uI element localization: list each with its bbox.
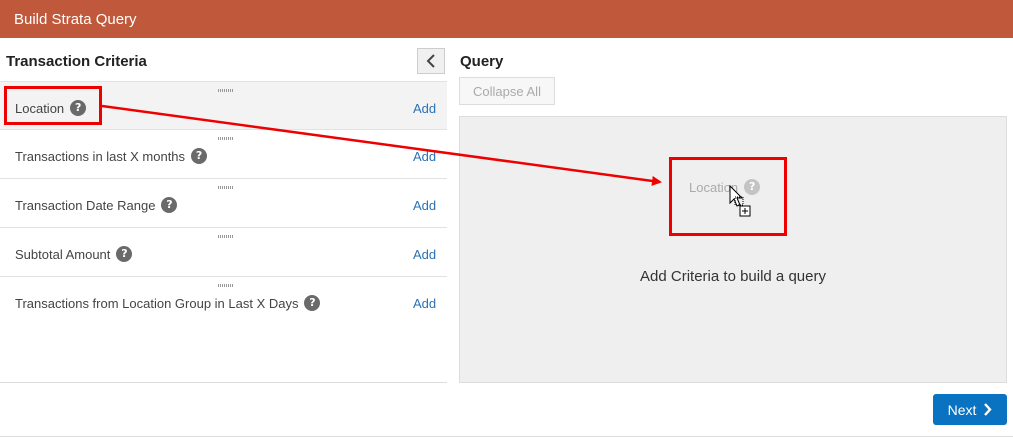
- drag-copy-cursor-icon: [729, 184, 751, 217]
- footer-divider: [0, 436, 1013, 437]
- next-button[interactable]: Next: [933, 394, 1007, 425]
- annotation-overlay: [101, 104, 751, 217]
- next-button-label: Next: [947, 401, 977, 418]
- chevron-right-icon: [984, 403, 993, 416]
- annotation-drag-arrow: [101, 104, 662, 186]
